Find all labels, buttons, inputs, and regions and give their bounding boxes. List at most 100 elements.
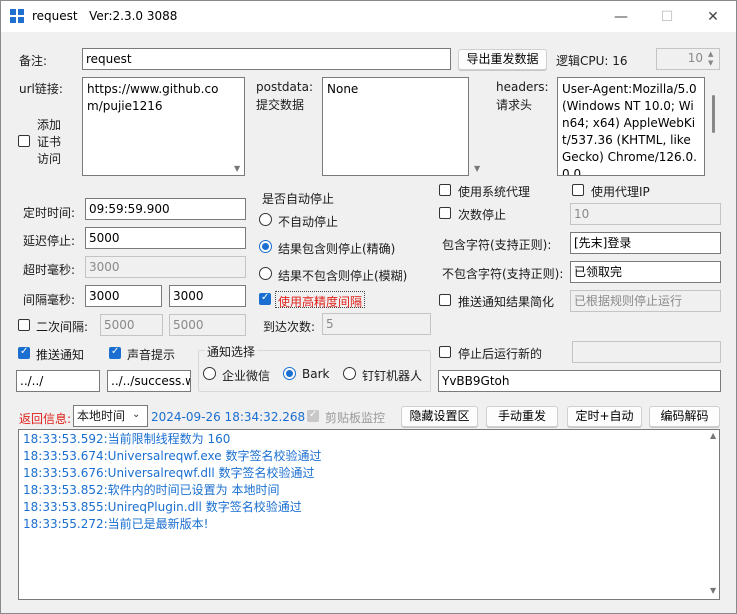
maximize-icon: ☐: [660, 8, 674, 25]
proxy-ip-checkbox[interactable]: [572, 184, 584, 196]
minimize-button[interactable]: —: [598, 1, 644, 32]
hide-settings-button[interactable]: 隐藏设置区: [401, 406, 478, 427]
stop-run-new-input: [572, 341, 721, 363]
logic-cpu-label: 逻辑CPU: 16: [556, 54, 628, 68]
cert-label: 添加 证书 访问: [37, 118, 62, 166]
headers-label: headers:: [496, 80, 549, 94]
log-output[interactable]: 18:33:53.592:当前限制线程数为 160 18:33:53.674:U…: [18, 429, 720, 600]
contains-regex-input[interactable]: [先末]登录: [570, 232, 721, 254]
spinner-arrows-icon[interactable]: ▲ ▼: [708, 50, 713, 68]
notify-path-input-2[interactable]: ../../success.wav: [107, 370, 191, 392]
headers-textarea[interactable]: User-Agent:Mozilla/5.0 (Windows NT 10.0;…: [557, 77, 705, 176]
log-line: 18:33:53.852:软件内的时间已设置为 本地时间: [23, 483, 280, 497]
not-contains-regex-label: 不包含字符(支持正则):: [442, 267, 564, 281]
count-stop-checkbox[interactable]: [439, 207, 451, 219]
reach-count-input: 5: [322, 313, 431, 335]
notify-select-title: 通知选择: [205, 343, 258, 360]
log-line: 18:33:53.674:Universalreqwf.exe 数字签名校验通过: [23, 449, 322, 463]
scroll-down-icon[interactable]: ▼: [710, 586, 716, 595]
radio-contains-stop[interactable]: [259, 240, 272, 253]
not-contains-regex-input[interactable]: 已领取完: [570, 261, 721, 283]
window-title: request Ver:2.3.0 3088: [32, 9, 178, 23]
remark-label: 备注:: [19, 54, 48, 68]
timeout-label: 超时毫秒:: [23, 263, 76, 277]
encode-decode-button[interactable]: 编码解码: [649, 406, 720, 427]
scroll-down-icon[interactable]: ▼: [474, 164, 480, 173]
second-interval-input-2: 5000: [169, 314, 246, 336]
export-resend-button[interactable]: 导出重发数据: [458, 49, 547, 70]
system-proxy-label: 使用系统代理: [458, 185, 531, 199]
interval-label: 间隔毫秒:: [23, 293, 76, 307]
count-stop-input: 10: [570, 203, 721, 225]
timed-auto-button[interactable]: 定时+自动: [567, 406, 642, 427]
delay-stop-input[interactable]: 5000: [85, 227, 246, 249]
count-stop-label: 次数停止: [458, 208, 507, 222]
radio-dingtalk[interactable]: [343, 367, 356, 380]
bark-key-input[interactable]: YvBB9Gtoh: [438, 370, 721, 392]
title-bar: request Ver:2.3.0 3088 — ☐ ✕: [1, 1, 736, 32]
radio-bark[interactable]: [283, 367, 296, 380]
postdata-sublabel: 提交数据: [256, 98, 305, 112]
push-simplify-checkbox[interactable]: [439, 294, 451, 306]
second-interval-checkbox[interactable]: [18, 319, 30, 331]
auto-stop-title: 是否自动停止: [262, 192, 335, 206]
clipboard-checkbox: [307, 409, 319, 422]
headers-sublabel: 请求头: [496, 98, 533, 112]
not-contains-stop-label: 结果不包含则停止(模糊): [278, 269, 408, 283]
postdata-textarea[interactable]: None: [322, 77, 469, 176]
push-simplify-input: 已根据规则停止运行: [570, 290, 721, 312]
radio-no-auto-stop[interactable]: [259, 213, 272, 226]
log-line: 18:33:53.676:Universalreqwf.dll 数字签名校验通过: [23, 466, 315, 480]
high-precision-label: 使用高精度间隔: [278, 295, 363, 309]
app-icon: [10, 9, 24, 23]
reach-count-label: 到达次数:: [263, 320, 316, 334]
scroll-down-icon[interactable]: ▼: [234, 164, 240, 173]
headers-scrollbar[interactable]: [712, 95, 715, 133]
url-textarea[interactable]: https://www.github.com/pujie1216: [82, 77, 245, 176]
interval-input-1[interactable]: 3000: [85, 285, 162, 307]
scheduled-time-input[interactable]: 09:59:59.900: [85, 198, 246, 220]
remark-input[interactable]: request: [82, 48, 451, 70]
return-info-label: 返回信息:: [19, 412, 72, 426]
radio-wechat[interactable]: [203, 367, 216, 380]
close-button[interactable]: ✕: [690, 1, 736, 32]
postdata-label: postdata:: [256, 80, 313, 94]
timeout-input: 3000: [85, 256, 246, 278]
current-timestamp: 2024-09-26 18:34:32.268: [151, 410, 306, 424]
log-line: 18:33:53.855:UnireqPlugin.dll 数字签名校验通过: [23, 500, 302, 514]
close-icon: ✕: [707, 8, 719, 25]
manual-resend-button[interactable]: 手动重发: [486, 406, 558, 427]
push-simplify-label: 推送通知结果简化: [458, 295, 555, 309]
push-notify-label: 推送通知: [36, 348, 85, 362]
second-interval-label: 二次间隔:: [36, 320, 89, 334]
clipboard-label: 剪贴板监控: [325, 411, 386, 425]
system-proxy-checkbox[interactable]: [439, 184, 451, 196]
wechat-label: 企业微信: [222, 369, 271, 383]
bark-label: Bark: [302, 367, 330, 381]
push-notify-checkbox[interactable]: [18, 346, 30, 359]
second-interval-input-1: 5000: [100, 314, 163, 336]
interval-input-2[interactable]: 3000: [169, 285, 246, 307]
notify-path-input-1[interactable]: ../../: [16, 370, 100, 392]
chevron-down-icon: ⌄: [132, 409, 141, 420]
contains-stop-label: 结果包含则停止(精确): [278, 242, 396, 256]
sound-label: 声音提示: [127, 348, 176, 362]
cert-checkbox[interactable]: [18, 135, 30, 147]
log-line: 18:33:55.272:当前已是最新版本!: [23, 517, 209, 531]
contains-regex-label: 包含字符(支持正则):: [442, 238, 552, 252]
minimize-icon: —: [614, 8, 628, 25]
log-line: 18:33:53.592:当前限制线程数为 160: [23, 432, 231, 446]
time-mode-value: 本地时间: [77, 409, 126, 423]
scroll-up-icon[interactable]: ▲: [710, 431, 716, 440]
delay-stop-label: 延迟停止:: [23, 234, 76, 248]
stop-run-new-label: 停止后运行新的: [458, 347, 543, 361]
maximize-button[interactable]: ☐: [644, 1, 690, 32]
sound-checkbox[interactable]: [109, 346, 121, 359]
scheduled-time-label: 定时时间:: [23, 206, 76, 220]
dingtalk-label: 钉钉机器人: [362, 369, 423, 383]
high-precision-checkbox[interactable]: [259, 292, 271, 305]
app-window: request Ver:2.3.0 3088 — ☐ ✕ 备注: request…: [0, 0, 737, 614]
radio-not-contains-stop[interactable]: [259, 267, 272, 280]
url-label: url链接:: [19, 82, 63, 96]
stop-run-new-checkbox[interactable]: [439, 346, 451, 358]
